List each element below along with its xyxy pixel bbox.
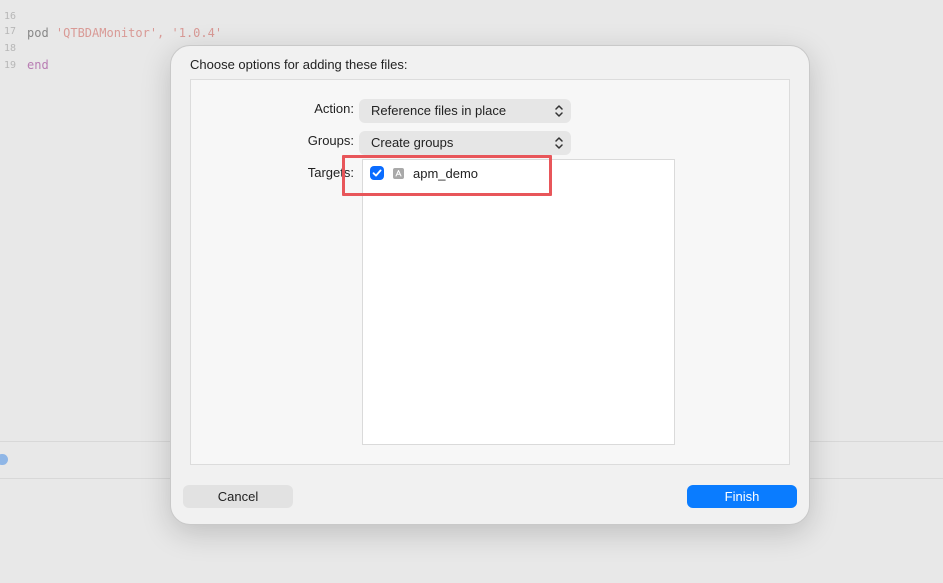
annotation-highlight-box (342, 155, 552, 196)
targets-label: Targets: (307, 165, 354, 180)
code-line: 19 (0, 40, 29, 71)
add-files-options-sheet: Choose options for adding these files: A… (170, 45, 810, 525)
code-string: 'QTBDAMonitor', '1.0.4' (55, 26, 223, 40)
code-line: 17 (0, 6, 29, 37)
groups-popup[interactable]: Create groups (359, 131, 571, 155)
action-label: Action: (314, 101, 354, 116)
finish-button[interactable]: Finish (687, 485, 797, 508)
options-panel: Action: Reference files in place Groups:… (190, 79, 790, 465)
action-popup-value: Reference files in place (371, 103, 507, 118)
action-popup[interactable]: Reference files in place (359, 99, 571, 123)
breakpoint-marker[interactable] (0, 454, 8, 465)
chevron-up-down-icon (555, 137, 563, 149)
line-code: end (27, 57, 49, 74)
groups-popup-value: Create groups (371, 135, 454, 150)
line-code: pod 'QTBDAMonitor', '1.0.4' (27, 25, 222, 42)
code-text: pod (27, 26, 56, 40)
code-keyword: end (27, 58, 49, 72)
sheet-title: Choose options for adding these files: (190, 57, 408, 72)
chevron-up-down-icon (555, 105, 563, 117)
line-number: 19 (4, 60, 17, 71)
targets-list: apm_demo (362, 159, 675, 445)
groups-label: Groups: (307, 133, 354, 148)
code-line: 18 end (0, 23, 49, 72)
cancel-button[interactable]: Cancel (183, 485, 293, 508)
